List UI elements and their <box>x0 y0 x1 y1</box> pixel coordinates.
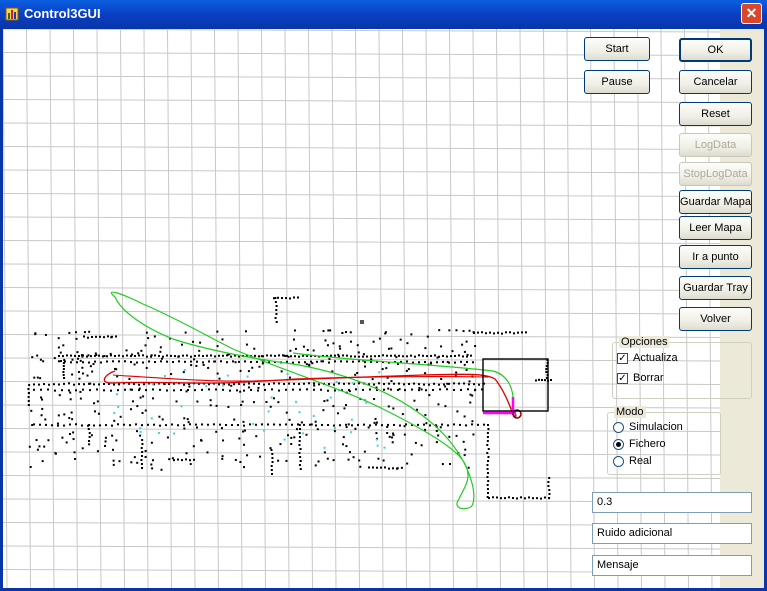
stoplogdata-button[interactable]: StopLogData <box>679 162 752 186</box>
start-button[interactable]: Start <box>584 37 650 61</box>
opciones-group: Opciones ✓ Actualiza ✓ Borrar <box>612 336 752 399</box>
ok-button[interactable]: OK <box>679 38 752 62</box>
app-window: Control3GUI ✕ Start Pause OK Cancelar Re… <box>0 0 767 591</box>
ruido-adicional-input[interactable]: Ruido adicional <box>592 523 752 544</box>
red-trajectory-second <box>112 374 489 382</box>
actualiza-label: Actualiza <box>633 352 678 364</box>
cancel-button[interactable]: Cancelar <box>679 70 752 94</box>
value-input[interactable]: 0.3 <box>592 492 752 513</box>
close-icon: ✕ <box>745 5 758 21</box>
modo-group: Modo Simulacion Fichero Real <box>607 406 721 475</box>
guardar-tray-button[interactable]: Guardar Tray <box>679 276 752 300</box>
ir-a-punto-button[interactable]: Ir a punto <box>679 245 752 269</box>
opciones-title: Opciones <box>619 336 670 348</box>
radio-icon <box>613 456 624 467</box>
radio-selected-icon <box>613 439 624 450</box>
pause-button[interactable]: Pause <box>584 70 650 94</box>
green-trajectory-branch <box>292 352 514 410</box>
robot-box <box>482 358 549 412</box>
app-icon <box>5 7 19 21</box>
guardar-mapa-button[interactable]: Guardar Mapa <box>679 190 752 214</box>
volver-button[interactable]: Volver <box>679 307 752 331</box>
red-trajectory <box>103 370 517 418</box>
leer-mapa-button[interactable]: Leer Mapa <box>679 216 752 240</box>
radio-icon <box>613 422 624 433</box>
modo-title: Modo <box>614 406 646 418</box>
modo-option-label: Simulacion <box>629 421 683 433</box>
modo-option-label: Fichero <box>629 438 666 450</box>
title-bar[interactable]: Control3GUI ✕ <box>0 0 767 29</box>
reset-button[interactable]: Reset <box>679 102 752 126</box>
modo-option-label: Real <box>629 455 652 467</box>
checkbox-checked-icon: ✓ <box>617 353 628 364</box>
logdata-button[interactable]: LogData <box>679 133 752 157</box>
close-button[interactable]: ✕ <box>741 3 762 24</box>
checkbox-checked-icon: ✓ <box>617 373 628 384</box>
mensaje-field[interactable]: Mensaje <box>592 555 752 576</box>
map-obstacle-points <box>27 296 552 500</box>
window-title: Control3GUI <box>24 6 101 21</box>
target-point <box>360 320 364 324</box>
borrar-label: Borrar <box>633 372 664 384</box>
